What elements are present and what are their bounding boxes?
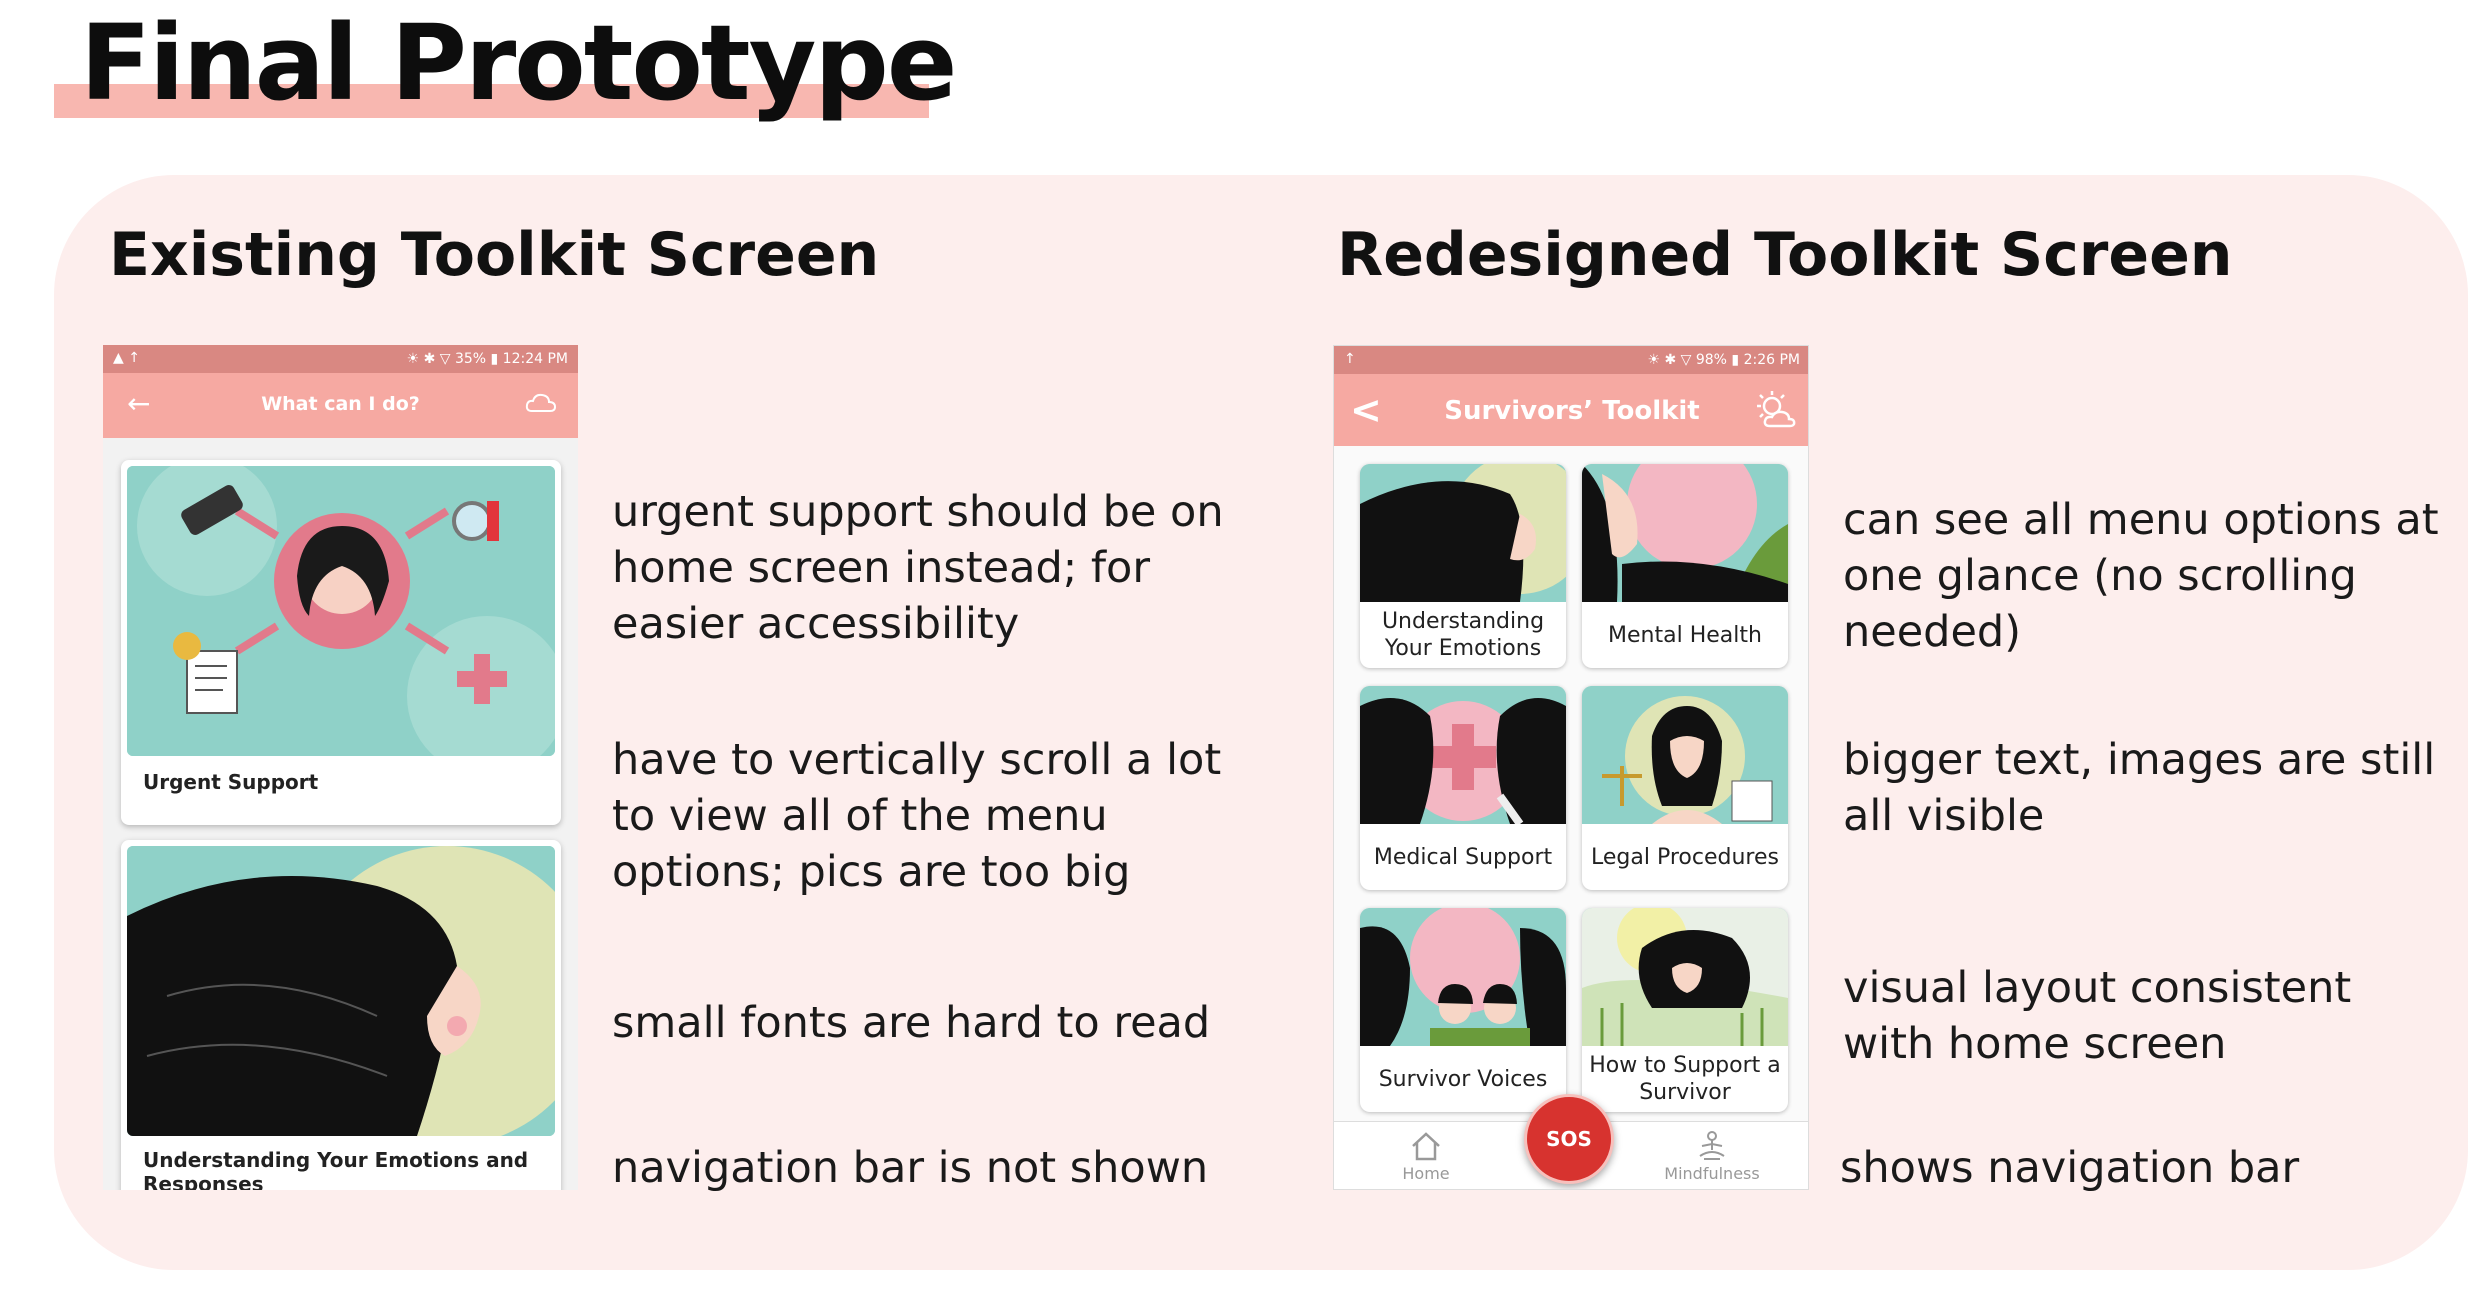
tile-label: Mental Health (1608, 622, 1762, 648)
tile-label: How to Support a Survivor (1589, 1053, 1781, 1105)
meditation-icon (1699, 1131, 1725, 1160)
redesigned-note-3: visual layout consistent with home scree… (1843, 963, 2352, 1069)
tile-how-to-support[interactable]: How to Support a Survivor (1582, 908, 1788, 1112)
nav-mindfulness[interactable]: Mindfulness (1652, 1128, 1772, 1183)
existing-heading: Existing Toolkit Screen (109, 220, 880, 290)
app-bar-title: Survivors’ Toolkit (1444, 396, 1700, 426)
status-bar: ↑ ☀ ✱ ▽ 98% ▮ 2:26 PM (1334, 346, 1808, 374)
tile-understanding-emotions[interactable]: Understanding Your Emotions (1360, 464, 1566, 668)
redesigned-heading: Redesigned Toolkit Screen (1337, 220, 2233, 290)
existing-note-1: urgent support should be on home screen … (612, 487, 1224, 649)
nav-home[interactable]: Home (1366, 1128, 1486, 1183)
page-title: Final Prototype (80, 2, 957, 124)
status-left: ↑ (1344, 351, 1356, 367)
tile-image (1582, 464, 1788, 602)
cloud-icon[interactable] (524, 389, 558, 419)
redesigned-note-4: shows navigation bar (1840, 1143, 2300, 1193)
status-right: ☀ ✱ ▽ 35% ▮ 12:24 PM (406, 351, 568, 367)
card-label: Understanding Your Emotions and Response… (143, 1148, 529, 1190)
tile-image (1582, 686, 1788, 824)
nav-home-label: Home (1402, 1164, 1450, 1183)
tile-label: Legal Procedures (1591, 844, 1779, 870)
card-understanding-emotions[interactable]: Understanding Your Emotions and Response… (121, 840, 561, 1190)
card-urgent-support[interactable]: Urgent Support (121, 460, 561, 825)
existing-phone-screen: ▲ ↑ ☀ ✱ ▽ 35% ▮ 12:24 PM ← What can I do… (103, 345, 578, 1190)
app-bar: < Survivors’ Toolkit (1334, 374, 1808, 446)
existing-note-2: have to vertically scroll a lot to view … (612, 735, 1222, 897)
redesigned-phone-screen: ↑ ☀ ✱ ▽ 98% ▮ 2:26 PM < Survivors’ Toolk… (1333, 345, 1809, 1190)
card-label: Urgent Support (143, 770, 319, 794)
sos-button[interactable]: SOS (1524, 1094, 1614, 1184)
emotions-image (127, 846, 555, 1136)
home-icon (1412, 1132, 1440, 1161)
tile-image (1582, 908, 1788, 1046)
status-left: ▲ ↑ (113, 350, 140, 366)
existing-note-4: navigation bar is not shown (612, 1143, 1209, 1193)
status-bar: ▲ ↑ ☀ ✱ ▽ 35% ▮ 12:24 PM (103, 345, 578, 373)
tile-image (1360, 908, 1566, 1046)
weather-icon[interactable] (1754, 388, 1798, 432)
app-bar: ← What can I do? (103, 373, 578, 438)
tile-mental-health[interactable]: Mental Health (1582, 464, 1788, 668)
tile-medical-support[interactable]: Medical Support (1360, 686, 1566, 890)
urgent-support-image (127, 466, 555, 756)
bottom-nav-bar: Home SOS Mindfulness (1334, 1094, 1808, 1189)
app-bar-title: What can I do? (261, 393, 420, 415)
tile-legal-procedures[interactable]: Legal Procedures (1582, 686, 1788, 890)
tile-label: Survivor Voices (1378, 1066, 1548, 1092)
tile-survivor-voices[interactable]: Survivor Voices (1360, 908, 1566, 1112)
tile-label: Understanding Your Emotions (1381, 609, 1545, 661)
tile-label: Medical Support (1373, 844, 1553, 870)
tile-image (1360, 686, 1566, 824)
existing-note-3: small fonts are hard to read (612, 998, 1211, 1048)
tile-image (1360, 464, 1566, 602)
redesigned-note-2: bigger text, images are still all visibl… (1843, 735, 2436, 841)
redesigned-note-1: can see all menu options at one glance (… (1843, 495, 2439, 657)
nav-mindfulness-label: Mindfulness (1664, 1164, 1760, 1183)
status-right: ☀ ✱ ▽ 98% ▮ 2:26 PM (1647, 352, 1800, 368)
